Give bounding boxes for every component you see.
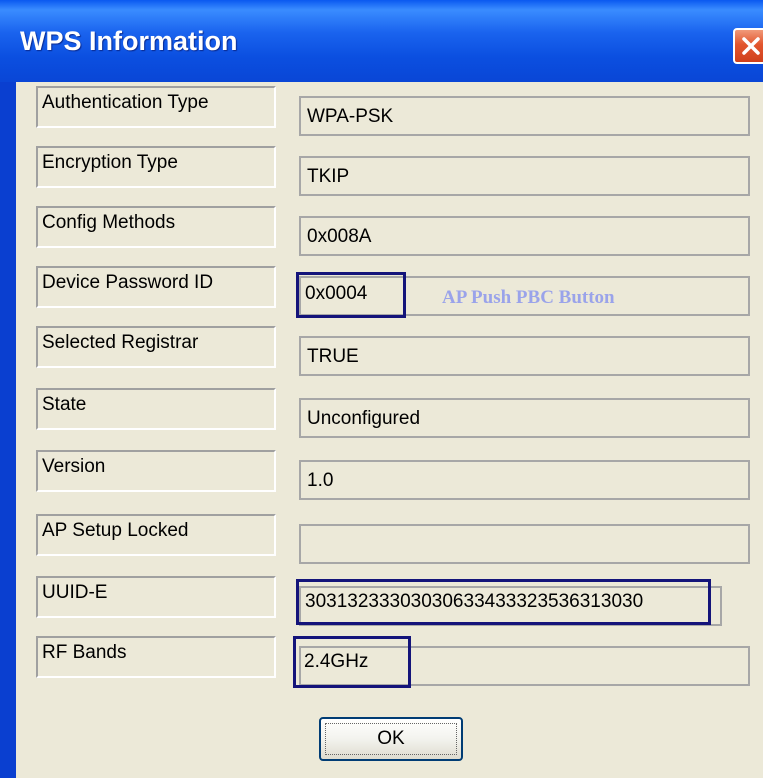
rf-bands-label: RF Bands xyxy=(36,636,276,678)
authentication-type-value: WPA-PSK xyxy=(299,96,750,136)
field-row-ap-setup-locked: AP Setup Locked xyxy=(16,514,763,564)
ok-button[interactable]: OK xyxy=(319,717,463,761)
field-row-version: Version 1.0 xyxy=(16,450,763,500)
field-row-encryption-type: Encryption Type TKIP xyxy=(16,146,763,196)
encryption-type-value: TKIP xyxy=(299,156,750,196)
field-row-selected-registrar: Selected Registrar TRUE xyxy=(16,326,763,376)
focus-rectangle xyxy=(325,723,457,755)
field-row-authentication-type: Authentication Type WPA-PSK xyxy=(16,86,763,136)
device-password-id-label: Device Password ID xyxy=(36,266,276,308)
title-bar[interactable]: WPS Information xyxy=(0,0,763,82)
close-button[interactable] xyxy=(733,28,763,64)
config-methods-value: 0x008A xyxy=(299,216,750,256)
close-icon xyxy=(742,37,760,55)
authentication-type-label: Authentication Type xyxy=(36,86,276,128)
ap-push-pbc-annotation: AP Push PBC Button xyxy=(442,287,615,308)
selected-registrar-value: TRUE xyxy=(299,336,750,376)
window-title: WPS Information xyxy=(20,26,238,56)
device-password-id-highlight: 0x0004 xyxy=(296,272,406,318)
field-row-config-methods: Config Methods 0x008A xyxy=(16,206,763,256)
field-row-state: State Unconfigured xyxy=(16,388,763,438)
state-label: State xyxy=(36,388,276,430)
dialog-body: Authentication Type WPA-PSK Encryption T… xyxy=(16,82,763,778)
version-value: 1.0 xyxy=(299,460,750,500)
uuid-e-highlight: 30313233303030633433323536313030 xyxy=(296,579,711,625)
version-label: Version xyxy=(36,450,276,492)
selected-registrar-label: Selected Registrar xyxy=(36,326,276,368)
config-methods-label: Config Methods xyxy=(36,206,276,248)
state-value: Unconfigured xyxy=(299,398,750,438)
encryption-type-label: Encryption Type xyxy=(36,146,276,188)
ap-setup-locked-label: AP Setup Locked xyxy=(36,514,276,556)
rf-bands-highlight: 2.4GHz xyxy=(293,636,411,688)
wps-information-window: WPS Information Authentication Type WPA-… xyxy=(0,0,763,778)
uuid-e-label: UUID-E xyxy=(36,576,276,618)
ap-setup-locked-value xyxy=(299,524,750,564)
